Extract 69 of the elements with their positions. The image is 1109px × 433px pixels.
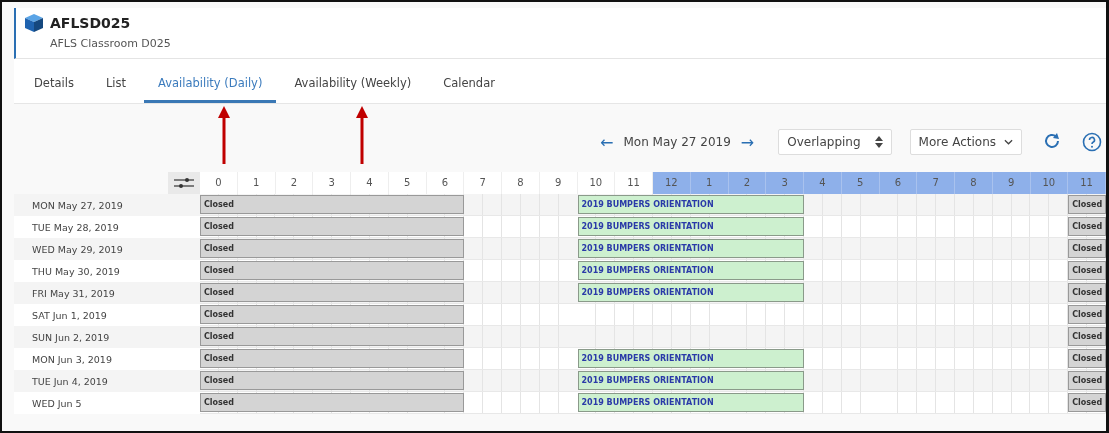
closed-block[interactable]: Closed: [200, 217, 465, 236]
previous-day-button[interactable]: ←: [598, 132, 616, 152]
tab[interactable]: List: [91, 76, 140, 103]
hour-header: 2: [728, 172, 767, 194]
tab[interactable]: Details: [20, 76, 88, 103]
hour-header: 6: [879, 172, 918, 194]
booking-block[interactable]: 2019 BUMPERS ORIENTATION: [577, 371, 804, 390]
closed-block[interactable]: Closed: [1068, 327, 1106, 346]
more-actions-button[interactable]: More Actions: [909, 129, 1022, 155]
closed-block[interactable]: Closed: [1068, 283, 1106, 302]
sliders-icon[interactable]: [173, 176, 195, 190]
hour-header: 11: [1068, 172, 1106, 194]
closed-block[interactable]: Closed: [200, 371, 465, 390]
tab[interactable]: Availability (Daily): [144, 76, 277, 103]
hour-header: 9: [992, 172, 1031, 194]
closed-block[interactable]: Closed: [1068, 371, 1106, 390]
date-label: SAT Jun 1, 2019: [32, 309, 107, 321]
closed-block[interactable]: Closed: [1068, 217, 1106, 236]
hour-header: 7: [917, 172, 955, 194]
booking-block[interactable]: 2019 BUMPERS ORIENTATION: [577, 283, 804, 302]
closed-block[interactable]: Closed: [1068, 239, 1106, 258]
closed-block[interactable]: Closed: [200, 305, 465, 324]
date-label: MON May 27, 2019: [32, 199, 123, 211]
cube-icon: [24, 13, 44, 33]
closed-block[interactable]: Closed: [1068, 393, 1106, 412]
resource-title: AFLSD025: [50, 15, 131, 31]
booking-block[interactable]: 2019 BUMPERS ORIENTATION: [577, 261, 804, 280]
closed-block[interactable]: Closed: [200, 393, 465, 412]
resource-subtitle: AFLS Classroom D025: [50, 37, 172, 50]
closed-block[interactable]: Closed: [200, 195, 465, 214]
hour-header: 5: [841, 172, 880, 194]
hour-header: 4: [804, 172, 842, 194]
next-day-button[interactable]: →: [738, 132, 757, 152]
annotation-arrow: [356, 106, 368, 164]
hour-header: 3: [766, 172, 804, 194]
mode-select[interactable]: Overlapping: [778, 129, 892, 155]
tab[interactable]: Availability (Weekly): [280, 76, 426, 103]
booking-block[interactable]: 2019 BUMPERS ORIENTATION: [577, 393, 804, 412]
closed-block[interactable]: Closed: [1068, 195, 1106, 214]
closed-block[interactable]: Closed: [1068, 305, 1106, 324]
hour-header: 8: [955, 172, 993, 194]
closed-block[interactable]: Closed: [1068, 261, 1106, 280]
current-date: Mon May 27 2019: [623, 135, 731, 149]
hour-header: 1: [690, 172, 729, 194]
closed-block[interactable]: Closed: [200, 349, 465, 368]
booking-block[interactable]: 2019 BUMPERS ORIENTATION: [577, 349, 804, 368]
date-label: TUE May 28, 2019: [32, 221, 119, 233]
date-label: FRI May 31, 2019: [32, 287, 115, 299]
closed-block[interactable]: Closed: [200, 327, 465, 346]
date-label: TUE Jun 4, 2019: [32, 375, 108, 387]
annotation-arrow: [218, 106, 230, 164]
closed-block[interactable]: Closed: [200, 261, 465, 280]
date-label: WED May 29, 2019: [32, 243, 123, 255]
date-label: THU May 30, 2019: [32, 265, 120, 277]
booking-block[interactable]: 2019 BUMPERS ORIENTATION: [577, 195, 804, 214]
date-label: WED Jun 5: [32, 397, 82, 409]
date-label: MON Jun 3, 2019: [32, 353, 112, 365]
hour-header: 12: [653, 172, 691, 194]
help-icon[interactable]: [1082, 132, 1102, 152]
closed-block[interactable]: Closed: [1068, 349, 1106, 368]
tab[interactable]: Calendar: [429, 76, 509, 103]
up-down-icon: [874, 136, 883, 148]
hour-header: 10: [1030, 172, 1069, 194]
closed-block[interactable]: Closed: [200, 239, 465, 258]
closed-block[interactable]: Closed: [200, 283, 465, 302]
caret-icon: [1004, 139, 1013, 145]
booking-block[interactable]: 2019 BUMPERS ORIENTATION: [577, 217, 804, 236]
booking-block[interactable]: 2019 BUMPERS ORIENTATION: [577, 239, 804, 258]
date-label: SUN Jun 2, 2019: [32, 331, 110, 343]
